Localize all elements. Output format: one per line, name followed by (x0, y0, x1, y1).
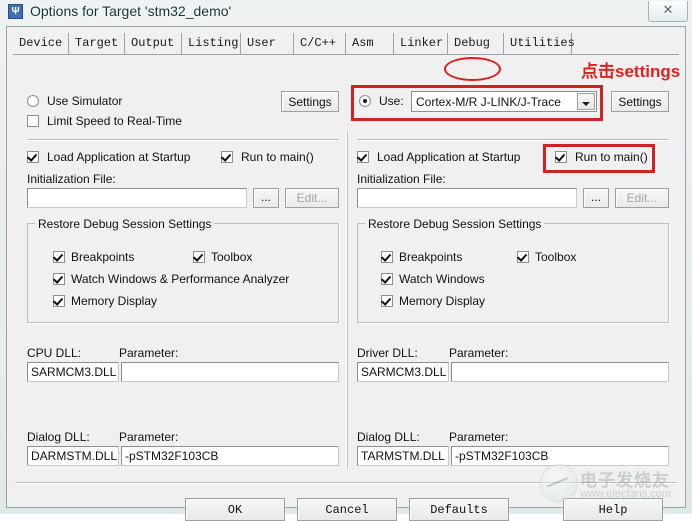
left-watch-windows-checkbox[interactable] (53, 273, 65, 285)
left-watch-windows-label: Watch Windows & Performance Analyzer (71, 272, 290, 286)
simulator-settings-button[interactable]: Settings (281, 91, 339, 112)
left-toolbox-checkbox[interactable] (193, 251, 205, 263)
tab-device[interactable]: Device (13, 33, 69, 54)
defaults-button[interactable]: Defaults (409, 498, 509, 521)
left-run-to-main-label: Run to main() (241, 150, 314, 164)
left-dialog-parameter-input[interactable]: -pSTM32F103CB (121, 446, 339, 466)
tab-asm[interactable]: Asm (346, 33, 394, 54)
limit-speed-label: Limit Speed to Real-Time (47, 114, 182, 128)
left-toolbox-label: Toolbox (211, 250, 253, 264)
tab-listing[interactable]: Listing (182, 33, 241, 54)
left-init-file-label: Initialization File: (27, 172, 116, 186)
right-restore-group-title: Restore Debug Session Settings (365, 217, 545, 231)
highlight-box-run-to-main (543, 144, 655, 173)
left-load-application-label: Load Application at Startup (47, 150, 191, 164)
tab-c-cpp[interactable]: C/C++ (294, 33, 346, 54)
right-watch-windows-checkbox[interactable] (381, 273, 393, 285)
right-watch-windows-label: Watch Windows (399, 272, 485, 286)
left-breakpoints-checkbox[interactable] (53, 251, 65, 263)
right-dialog-dll-label: Dialog DLL: (357, 430, 420, 444)
right-breakpoints-checkbox[interactable] (381, 251, 393, 263)
right-toolbox-checkbox[interactable] (517, 251, 529, 263)
ok-button[interactable]: OK (185, 498, 285, 521)
driver-dll-label: Driver DLL: (357, 346, 418, 360)
right-dialog-dll-input[interactable]: TARMSTM.DLL (357, 446, 449, 466)
right-init-file-input[interactable] (357, 188, 577, 208)
tab-linker[interactable]: Linker (394, 33, 448, 54)
left-breakpoints-label: Breakpoints (71, 250, 135, 264)
right-load-application-checkbox[interactable] (357, 151, 369, 163)
tab-output[interactable]: Output (125, 33, 182, 54)
right-init-file-label: Initialization File: (357, 172, 446, 186)
close-icon: ✕ (662, 3, 674, 18)
right-memory-display-checkbox[interactable] (381, 295, 393, 307)
driver-settings-button[interactable]: Settings (611, 91, 669, 112)
right-browse-button[interactable]: ... (583, 188, 609, 208)
right-breakpoints-label: Breakpoints (399, 250, 463, 264)
limit-speed-checkbox[interactable] (27, 115, 39, 127)
left-memory-display-label: Memory Display (71, 294, 158, 308)
options-dialog-window: Ψ Options for Target 'stm32_demo' ✕ Devi… (0, 0, 692, 521)
cpu-parameter-label: Parameter: (119, 346, 179, 360)
left-browse-button[interactable]: ... (253, 188, 279, 208)
right-separator (357, 139, 669, 141)
right-memory-display-label: Memory Display (399, 294, 486, 308)
use-simulator-radio[interactable] (27, 95, 39, 107)
cpu-parameter-input[interactable] (121, 362, 339, 382)
left-restore-group-title: Restore Debug Session Settings (35, 217, 215, 231)
left-load-application-checkbox[interactable] (27, 151, 39, 163)
debug-tab-highlight-ellipse (444, 57, 501, 81)
driver-parameter-input[interactable] (451, 362, 669, 382)
tab-utilities[interactable]: Utilities (504, 33, 575, 54)
left-edit-button[interactable]: Edit... (285, 188, 339, 208)
right-dialog-parameter-label: Parameter: (449, 430, 509, 444)
use-simulator-label: Use Simulator (47, 94, 123, 108)
title-bar: Ψ Options for Target 'stm32_demo' ✕ (0, 0, 692, 26)
tab-target[interactable]: Target (69, 33, 125, 54)
app-icon: Ψ (8, 4, 23, 19)
tab-strip: Device Target Output Listing User C/C++ … (13, 33, 679, 55)
close-button[interactable]: ✕ (648, 1, 688, 22)
right-edit-button[interactable]: Edit... (615, 188, 669, 208)
left-separator (27, 139, 339, 141)
right-toolbox-label: Toolbox (535, 250, 577, 264)
tab-debug[interactable]: Debug (448, 33, 504, 54)
driver-parameter-label: Parameter: (449, 346, 509, 360)
window-title: Options for Target 'stm32_demo' (30, 3, 232, 19)
help-button[interactable]: Help (563, 498, 663, 521)
right-load-application-label: Load Application at Startup (377, 150, 521, 164)
cancel-button[interactable]: Cancel (297, 498, 397, 521)
driver-dll-input[interactable]: SARMCM3.DLL (357, 362, 449, 382)
highlight-box-use-driver (351, 85, 603, 121)
left-dialog-dll-label: Dialog DLL: (27, 430, 90, 444)
footer-separator (15, 482, 677, 484)
tab-underline (13, 54, 679, 55)
left-init-file-input[interactable] (27, 188, 247, 208)
left-dialog-dll-input[interactable]: DARMSTM.DLL (27, 446, 119, 466)
right-dialog-parameter-input[interactable]: -pSTM32F103CB (451, 446, 669, 466)
cpu-dll-input[interactable]: SARMCM3.DLL (27, 362, 119, 382)
left-memory-display-checkbox[interactable] (53, 295, 65, 307)
left-dialog-parameter-label: Parameter: (119, 430, 179, 444)
dialog-body: Device Target Output Listing User C/C++ … (6, 26, 686, 521)
left-run-to-main-checkbox[interactable] (221, 151, 233, 163)
annotation-click-settings: 点击settings (581, 62, 681, 81)
tab-user[interactable]: User (241, 33, 294, 54)
cpu-dll-label: CPU DLL: (27, 346, 82, 360)
pane-divider (346, 131, 348, 469)
